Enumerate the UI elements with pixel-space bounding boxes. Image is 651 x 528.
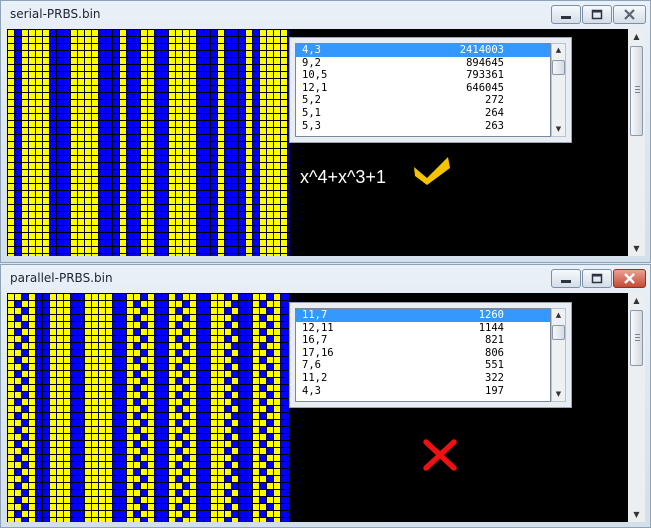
window-scroll-thumb[interactable] <box>630 310 643 366</box>
bit-view-area: 4,3 2414003 9,2 894645 10,5 793361 12,1 6460… <box>7 29 645 256</box>
list-item[interactable]: 11,2 322 <box>296 372 550 385</box>
window-title: parallel-PRBS.bin <box>10 271 113 285</box>
list-scroll-thumb[interactable] <box>552 325 565 340</box>
list-item[interactable]: 12,11 1144 <box>296 322 550 335</box>
close-button[interactable] <box>613 269 646 288</box>
tap-list[interactable]: 11,7 1260 12,11 1144 16,7 821 17,16 806 7,6 5… <box>295 308 551 402</box>
scroll-up-icon[interactable]: ▲ <box>630 293 643 308</box>
list-scrollbar[interactable]: ▲ ▼ <box>551 43 566 137</box>
close-icon <box>624 9 635 20</box>
maximize-button[interactable] <box>582 269 612 288</box>
correlation-listbox: 11,7 1260 12,11 1144 16,7 821 17,16 806 7,6 5… <box>289 302 572 408</box>
serial-prbs-window: serial-PRBS.bin 4,3 2414003 9,2 894645 10,… <box>0 0 651 263</box>
bit-view-area: 11,7 1260 12,11 1144 16,7 821 17,16 806 7,6 5… <box>7 293 645 522</box>
minimize-icon <box>561 280 571 283</box>
list-item[interactable]: 12,1 646045 <box>296 82 550 95</box>
list-item[interactable]: 9,2 894645 <box>296 57 550 70</box>
maximize-icon <box>591 9 603 20</box>
scroll-down-icon[interactable]: ▼ <box>630 241 643 256</box>
list-item[interactable]: 10,5 793361 <box>296 69 550 82</box>
parallel-bit-grid <box>7 293 289 522</box>
serial-bit-grid <box>7 29 289 256</box>
list-item[interactable]: 5,2 272 <box>296 94 550 107</box>
scroll-up-icon[interactable]: ▲ <box>552 309 565 322</box>
checkmark-icon <box>414 157 450 185</box>
list-scrollbar[interactable]: ▲ ▼ <box>551 308 566 402</box>
correlation-listbox: 4,3 2414003 9,2 894645 10,5 793361 12,1 6460… <box>289 37 572 143</box>
list-item[interactable]: 7,6 551 <box>296 359 550 372</box>
list-item[interactable]: 5,1 264 <box>296 107 550 120</box>
list-item[interactable]: 5,3 263 <box>296 120 550 133</box>
list-scroll-thumb[interactable] <box>552 60 565 75</box>
tap-list[interactable]: 4,3 2414003 9,2 894645 10,5 793361 12,1 6460… <box>295 43 551 137</box>
list-item[interactable]: 4,3 2414003 <box>296 44 550 57</box>
close-icon <box>624 273 635 284</box>
scroll-up-icon[interactable]: ▲ <box>552 44 565 57</box>
scroll-down-icon[interactable]: ▼ <box>630 507 643 522</box>
list-item[interactable]: 4,3 197 <box>296 385 550 398</box>
window-scrollbar[interactable]: ▲ ▼ <box>628 293 645 522</box>
maximize-icon <box>591 273 603 284</box>
maximize-button[interactable] <box>582 5 612 24</box>
list-item[interactable]: 11,7 1260 <box>296 309 550 322</box>
window-scroll-thumb[interactable] <box>630 46 643 136</box>
window-title: serial-PRBS.bin <box>10 7 101 21</box>
polynomial-label: x^4+x^3+1 <box>300 167 386 187</box>
close-button[interactable] <box>613 5 646 24</box>
list-item[interactable]: 17,16 806 <box>296 347 550 360</box>
parallel-prbs-window: parallel-PRBS.bin 11,7 1260 12,11 1144 16,… <box>0 264 651 528</box>
title-bar[interactable]: parallel-PRBS.bin <box>1 265 650 291</box>
scroll-down-icon[interactable]: ▼ <box>552 123 565 136</box>
scroll-down-icon[interactable]: ▼ <box>552 388 565 401</box>
title-bar[interactable]: serial-PRBS.bin <box>1 1 650 27</box>
x-mark-icon <box>423 439 457 471</box>
list-item[interactable]: 16,7 821 <box>296 334 550 347</box>
scroll-up-icon[interactable]: ▲ <box>630 29 643 44</box>
minimize-button[interactable] <box>551 5 581 24</box>
minimize-icon <box>561 16 571 19</box>
minimize-button[interactable] <box>551 269 581 288</box>
window-scrollbar[interactable]: ▲ ▼ <box>628 29 645 256</box>
